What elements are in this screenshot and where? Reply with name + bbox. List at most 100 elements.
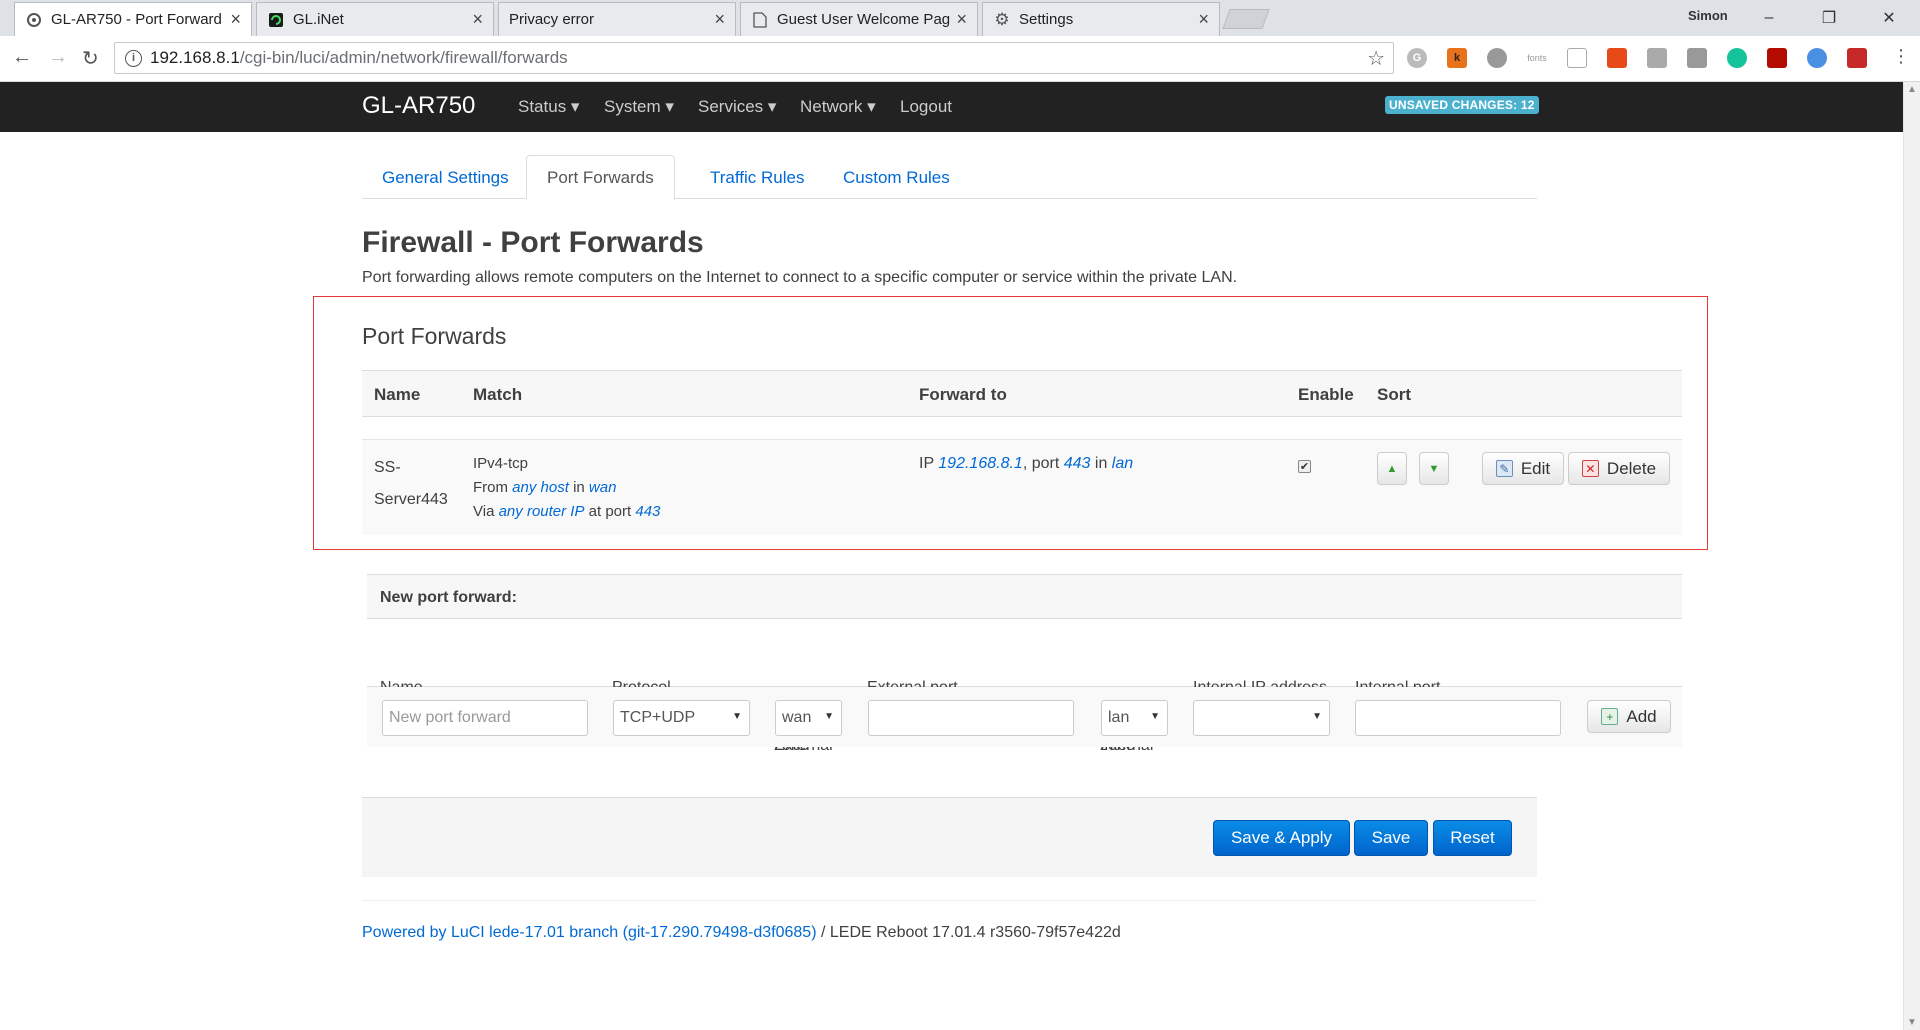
reset-button[interactable]: Reset (1433, 820, 1512, 856)
back-arrow-icon[interactable]: ← (12, 46, 32, 69)
rule-in-label: in (573, 479, 585, 496)
close-tab-icon[interactable]: × (956, 9, 967, 30)
menu-label: Services (698, 97, 764, 116)
browser-tab-title: Guest User Welcome Pag (777, 11, 951, 28)
new-name-input[interactable]: New port forward (382, 700, 588, 736)
browser-tab-privacy-error[interactable]: Privacy error × (498, 2, 736, 36)
screen-extension-icon[interactable] (1687, 48, 1707, 68)
scroll-up-icon[interactable]: ▲ (1907, 84, 1917, 95)
google-plus-extension-icon[interactable]: G (1407, 48, 1427, 68)
menu-label: Network (800, 97, 863, 116)
cloud-extension-icon[interactable] (1807, 48, 1827, 68)
grammarly-extension-icon[interactable] (1727, 48, 1747, 68)
restore-icon[interactable]: ❐ (1806, 4, 1852, 32)
menu-services[interactable]: Services ▾ (698, 97, 776, 117)
save-apply-button[interactable]: Save & Apply (1213, 820, 1350, 856)
new-port-forward-columns: Name Protocol External zone External por… (367, 619, 1682, 754)
browser-tab-port-forwards[interactable]: GL-AR750 - Port Forward × (14, 2, 252, 36)
tab-port-forwards[interactable]: Port Forwards (526, 155, 675, 200)
menu-system[interactable]: System ▾ (604, 97, 674, 117)
menu-status[interactable]: Status ▾ (518, 97, 579, 117)
internal-port-input[interactable] (1355, 700, 1561, 736)
protocol-select[interactable]: TCP+UDP ▼ (613, 700, 750, 736)
rule-from-zone[interactable]: wan (589, 479, 617, 496)
add-icon: + (1601, 708, 1619, 725)
close-window-icon[interactable]: ✕ (1866, 4, 1912, 32)
url-host: 192.168.8.1 (150, 48, 240, 67)
menu-network[interactable]: Network ▾ (800, 97, 876, 117)
move-up-button[interactable]: ▲ (1377, 452, 1407, 485)
luci-footer-link[interactable]: Powered by LuCI lede-17.01 branch (git-1… (362, 924, 817, 941)
delete-icon: ✕ (1581, 460, 1599, 477)
office-extension-icon[interactable] (1607, 48, 1627, 68)
fonts-extension-icon[interactable]: fonts (1527, 48, 1547, 68)
save-button[interactable]: Save (1354, 820, 1428, 856)
bookmark-star-icon[interactable]: ☆ (1367, 46, 1385, 71)
vertical-scrollbar[interactable]: ▲ ▼ (1903, 82, 1920, 1030)
new-tab-button[interactable] (1222, 9, 1270, 29)
delete-label: Delete (1606, 458, 1657, 478)
unsaved-changes-badge[interactable]: UNSAVED CHANGES: 12 (1385, 96, 1539, 114)
delete-button[interactable]: ✕ Delete (1568, 452, 1670, 485)
rule-name-line: Server443 (374, 491, 448, 508)
close-tab-icon[interactable]: × (1198, 9, 1209, 30)
rule-forward-port[interactable]: 443 (1064, 455, 1091, 472)
forward-arrow-icon[interactable]: → (48, 46, 68, 69)
menu-logout[interactable]: Logout (900, 97, 952, 117)
luci-header: GL-AR750 Status ▾ System ▾ Services ▾ Ne… (0, 82, 1903, 132)
gear-icon: ⚙ (994, 9, 1010, 29)
pdf-extension-icon[interactable] (1767, 48, 1787, 68)
close-tab-icon[interactable]: × (714, 9, 725, 30)
footer: Powered by LuCI lede-17.01 branch (git-1… (362, 924, 1121, 942)
external-zone-select[interactable]: wan ▼ (775, 700, 842, 736)
move-down-button[interactable]: ▼ (1419, 452, 1449, 485)
profile-name[interactable]: Simon (1688, 8, 1728, 23)
chat-extension-icon[interactable] (1487, 48, 1507, 68)
new-port-forward-section: New port forward: Name Protocol External… (367, 574, 1682, 754)
enable-checkbox[interactable]: ✔ (1298, 460, 1311, 473)
address-bar[interactable]: i 192.168.8.1/cgi-bin/luci/admin/network… (114, 42, 1394, 74)
rule-via-port[interactable]: 443 (635, 503, 660, 520)
col-enable: Enable (1298, 385, 1354, 404)
new-port-forward-inputs: New port forward TCP+UDP ▼ wan ▼ lan ▼ ▼… (367, 687, 1682, 747)
page-icon (751, 11, 769, 29)
rule-from-host[interactable]: any host (512, 479, 569, 496)
rule-via-host[interactable]: any router IP (499, 503, 585, 520)
rule-name: SS- Server443 (374, 452, 448, 516)
rule-forward-zone[interactable]: lan (1112, 455, 1133, 472)
url-path: /cgi-bin/luci/admin/network/firewall/for… (239, 48, 568, 67)
internal-ip-select[interactable]: ▼ (1193, 700, 1330, 736)
external-port-input[interactable] (868, 700, 1074, 736)
close-tab-icon[interactable]: × (472, 9, 483, 30)
shield-extension-icon[interactable] (1567, 48, 1587, 68)
browser-tab-glinet[interactable]: GL.iNet × (256, 2, 494, 36)
tab-custom-rules[interactable]: Custom Rules (823, 155, 970, 200)
menu-dots-icon[interactable]: ⋮ (1892, 46, 1910, 67)
brand-logo[interactable]: GL-AR750 (362, 92, 475, 120)
menu-label: Status (518, 97, 567, 116)
k-extension-icon[interactable]: k (1447, 48, 1467, 68)
tab-traffic-rules[interactable]: Traffic Rules (690, 155, 824, 200)
reload-icon[interactable]: ↻ (82, 46, 99, 71)
minimize-icon[interactable]: – (1746, 4, 1792, 32)
glinet-favicon-icon (267, 11, 285, 29)
edit-button[interactable]: ✎ Edit (1482, 452, 1564, 485)
browser-tab-settings[interactable]: ⚙ Settings × (982, 2, 1220, 36)
rule-via-label: Via (473, 503, 495, 520)
tab-general-settings[interactable]: General Settings (362, 155, 529, 200)
circle-extension-icon[interactable] (1647, 48, 1667, 68)
add-button[interactable]: + Add (1587, 700, 1671, 733)
rule-in-label: in (1094, 455, 1108, 472)
protocol-value: TCP+UDP (620, 709, 696, 726)
pocket-extension-icon[interactable] (1847, 48, 1867, 68)
rule-forward-ip[interactable]: 192.168.8.1 (938, 455, 1023, 472)
col-match: Match (473, 385, 523, 404)
internal-zone-select[interactable]: lan ▼ (1101, 700, 1168, 736)
browser-tab-guest-welcome[interactable]: Guest User Welcome Pag × (740, 2, 978, 36)
browser-tab-title: GL.iNet (293, 11, 344, 28)
close-tab-icon[interactable]: × (230, 9, 241, 30)
scroll-down-icon[interactable]: ▼ (1907, 1017, 1917, 1028)
rule-at-port-label: at port (588, 503, 632, 520)
info-icon[interactable]: i (125, 49, 142, 67)
rule-match: IPv4-tcp From any host in wan Via any ro… (473, 452, 660, 524)
